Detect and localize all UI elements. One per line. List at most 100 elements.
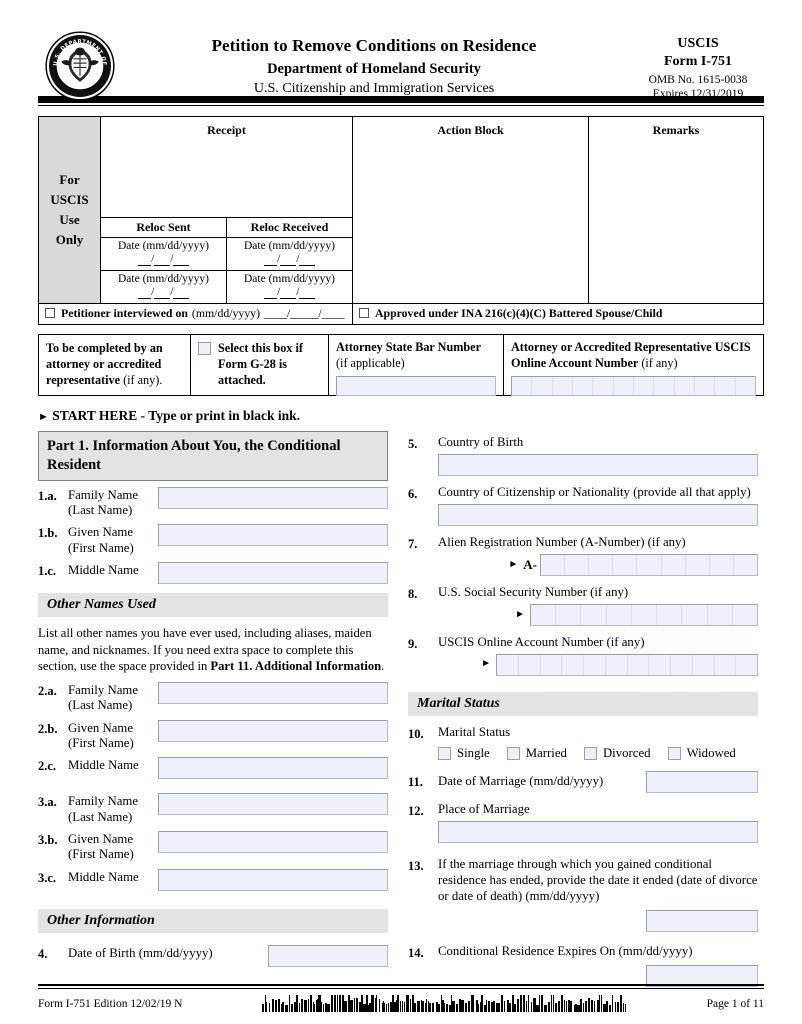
reloc-received-date-1[interactable]: Date (mm/dd/yyyy) / / [227,238,352,270]
petitioner-interviewed-row[interactable]: Petitioner interviewed on (mm/dd/yyyy) _… [39,302,353,324]
marital-option-single[interactable]: Single [438,746,490,762]
date-of-marriage-input[interactable] [646,770,758,793]
date-entry-line[interactable]: / / [233,286,346,299]
start-here-instruction: ► START HERE - Type or print in black in… [38,408,764,424]
reloc-received-label: Reloc Received [250,220,329,234]
option-label: Single [457,745,490,760]
marital-option-divorced[interactable]: Divorced [583,746,651,762]
marriage-ended-date-input[interactable] [646,909,758,932]
item-number: 10. [408,726,424,741]
triangle-pointer-icon: ► [481,658,491,670]
item-number: 2.a. [38,684,57,699]
attorney-bar-number-note: (if applicable) [336,355,405,370]
item-number: 8. [408,586,418,601]
country-of-citizenship-label: Country of Citizenship or Nationality (p… [438,484,751,499]
uscis-use-only-label: For USCIS Use Only [39,117,101,303]
family-name-input[interactable] [158,486,388,509]
other-family-name-input-1[interactable] [158,682,388,705]
right-column: 5. Country of Birth 6. Country of Citize… [408,431,758,987]
a-number-wrap: Alien Registration Number (A-Number) (if… [438,535,758,576]
field-row-9: 9. USCIS Online Account Number (if any) … [408,635,758,676]
conditional-residence-expires-label: Conditional Residence Expires On (mm/dd/… [438,943,693,958]
form-edition: Form I-751 Edition 12/02/19 N [38,997,183,1010]
g28-attached-cell[interactable]: Select this box if Form G-28 is attached… [191,334,329,395]
marital-option-married[interactable]: Married [506,745,567,762]
start-here-text: START HERE - Type or print in black ink. [52,407,300,423]
date-entry-line[interactable]: / / [107,253,220,266]
marital-status-wrap: Marital Status Single Married Divorced W… [438,725,758,762]
reloc-received-date-2[interactable]: Date (mm/dd/yyyy) / / [227,271,352,303]
page-number: Page 1 of 11 [706,997,764,1010]
reloc-headers: Reloc Sent Reloc Received [101,218,352,238]
page-title: Petition to Remove Conditions on Residen… [211,36,537,55]
approved-ina-row[interactable]: Approved under INA 216(c)(4)(C) Battered… [353,303,763,324]
date-of-birth-label: Date of Birth (mm/dd/yyyy) [68,945,213,960]
item-number: 12. [408,803,424,818]
country-of-birth-input[interactable] [438,453,758,476]
uscis-online-account-input[interactable] [496,653,758,676]
item-label: Family Name (Last Name) [68,683,139,713]
given-name-input[interactable] [158,524,388,547]
date-entry-line[interactable]: / / [233,253,346,266]
marital-status-heading: Marital Status [408,691,758,716]
interview-date-line[interactable]: ____/_____/____ [264,306,344,321]
date-of-birth-input[interactable] [268,944,388,967]
action-block-area[interactable]: Action Block [353,117,589,303]
checkbox-married[interactable] [506,747,520,761]
country-of-citizenship-wrap: Country of Citizenship or Nationality (p… [438,485,758,526]
petitioner-interviewed-label: Petitioner interviewed on [61,305,188,320]
other-family-name-input-2[interactable] [158,793,388,816]
attorney-online-account-cell: Attorney or Accredited Representative US… [504,335,763,396]
a-number-input[interactable] [540,553,758,576]
date-entry-line[interactable]: / / [107,286,220,299]
middle-name-input[interactable] [158,561,388,584]
country-of-citizenship-input[interactable] [438,503,758,526]
a-number-entry: ► A- [438,553,758,576]
remarks-area[interactable]: Remarks [589,117,763,303]
field-row-3a: 3.a. Family Name (Last Name) [38,793,388,825]
other-middle-name-input-2[interactable] [158,868,388,891]
reloc-sent-date-1[interactable]: Date (mm/dd/yyyy) / / [101,238,227,270]
header-form-meta: USCIS Form I-751 OMB No. 1615-0038 Expir… [632,30,764,100]
other-middle-name-input-1[interactable] [158,757,388,780]
item-number: 5. [408,436,418,451]
item-label: Family Name (Last Name) [68,487,139,517]
item-number: 1.b. [38,526,58,541]
attorney-bar-number-input[interactable] [336,375,496,396]
triangle-pointer-icon: ► [515,608,525,620]
item-number: 3.c. [38,870,57,885]
checkbox-single[interactable] [438,747,451,761]
other-given-name-input-2[interactable] [158,831,388,854]
field-row-11: 11. Date of Marriage (mm/dd/yyyy) [408,770,758,793]
item-label: Family Name (Last Name) [68,794,139,824]
field-row-8: 8. U.S. Social Security Number (if any) … [408,585,758,626]
other-given-name-input-1[interactable] [158,719,388,742]
field-row-12: 12. Place of Marriage [408,802,758,843]
form-header: U.S. DEPARTMENT OF HOMELAND SECURITY Pet… [38,0,764,101]
attorney-online-account-input[interactable] [511,375,756,396]
omb-number: OMB No. 1615-0038 [648,74,748,86]
checkbox-divorced[interactable] [583,747,597,761]
interview-approval-bar: Petitioner interviewed on (mm/dd/yyyy) _… [38,302,764,325]
petitioner-interviewed-checkbox[interactable] [45,308,55,319]
receipt-area[interactable]: Receipt [101,117,352,218]
ssn-input[interactable] [530,603,758,626]
ssn-label: U.S. Social Security Number (if any) [438,584,629,599]
place-of-marriage-input[interactable] [438,820,758,843]
marital-option-widowed[interactable]: Widowed [667,746,736,762]
option-label: Married [525,745,567,760]
receipt-label: Receipt [207,123,246,137]
date-format-label: Date (mm/dd/yyyy) [117,240,210,252]
instructions-bold: Part 11. Additional Information [210,659,382,674]
attorney-bar-number-cell: Attorney State Bar Number (if applicable… [329,334,504,396]
approved-ina-checkbox[interactable] [359,308,369,319]
reloc-sent-date-2[interactable]: Date (mm/dd/yyyy) / / [101,271,227,303]
form-barcode [262,995,627,1012]
expiration-date: Expires 12/31/2019 [652,88,744,100]
checkbox-widowed[interactable] [667,747,681,761]
other-information-heading: Other Information [38,908,388,933]
g28-checkbox[interactable] [198,341,211,355]
field-row-2b: 2.b. Given Name (First Name) [38,719,388,752]
action-remarks-wrap: Action Block Remarks [353,117,763,303]
item-label: Given Name (First Name) [68,720,134,751]
